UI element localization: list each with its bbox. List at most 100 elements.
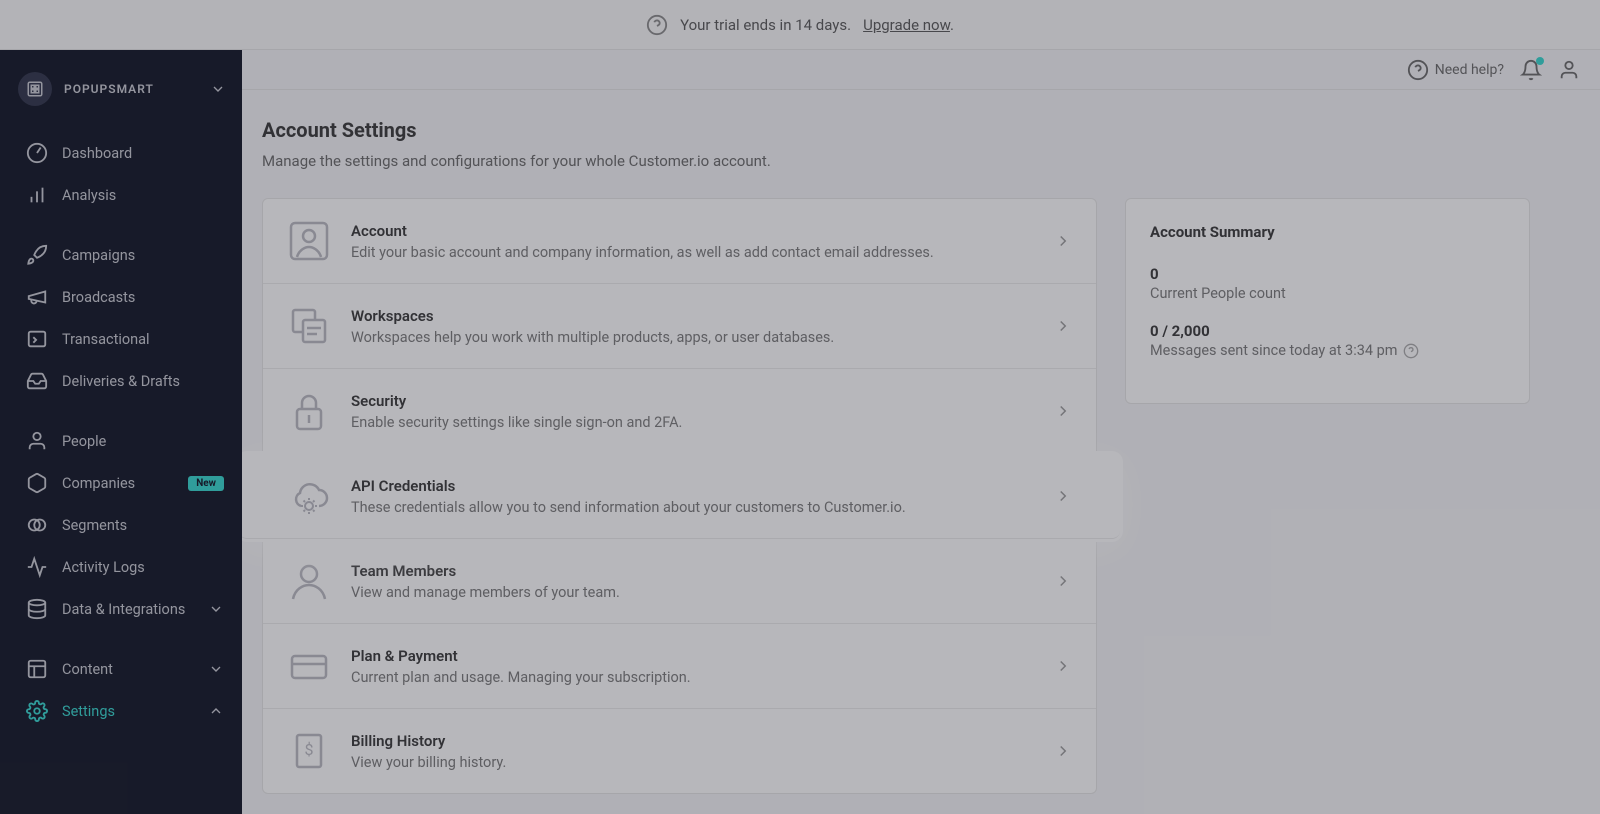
notification-dot (1536, 57, 1544, 65)
sidebar-item-content[interactable]: Content (0, 648, 242, 690)
row-description: Workspaces help you work with multiple p… (351, 329, 1034, 346)
workspaces-icon (287, 304, 331, 348)
row-title: Billing History (351, 732, 1034, 750)
help-circle-icon (646, 14, 668, 36)
user-outline-icon (287, 559, 331, 603)
chevron-right-icon (1054, 402, 1072, 420)
row-description: Current plan and usage. Managing your su… (351, 669, 1034, 686)
sidebar-item-transactional[interactable]: Transactional (0, 318, 242, 360)
chevron-up-icon (208, 703, 224, 719)
rocket-icon (26, 244, 48, 266)
row-title: Team Members (351, 562, 1034, 580)
settings-row-billing-history[interactable]: $ Billing History View your billing histor… (263, 709, 1096, 793)
activity-icon (26, 556, 48, 578)
messages-label: Messages sent since today at 3:34 pm (1150, 342, 1505, 359)
chart-icon (26, 184, 48, 206)
sidebar-item-activity-logs[interactable]: Activity Logs (0, 546, 242, 588)
receipt-icon: $ (287, 729, 331, 773)
lock-icon (287, 389, 331, 433)
people-count-value: 0 (1150, 265, 1505, 283)
circles-icon (26, 514, 48, 536)
workspace-selector[interactable]: POPUPSMART (0, 62, 242, 124)
sidebar-item-label: Transactional (62, 331, 224, 348)
account-icon (287, 219, 331, 263)
sidebar-item-label: Dashboard (62, 145, 224, 162)
settings-row-team-members[interactable]: Team Members View and manage members of y… (263, 539, 1096, 624)
account-summary-card: Account Summary 0 Current People count 0… (1125, 198, 1530, 404)
user-menu-icon[interactable] (1558, 59, 1580, 81)
sidebar-item-campaigns[interactable]: Campaigns (0, 234, 242, 276)
row-description: View your billing history. (351, 754, 1034, 771)
settings-row-api-credentials[interactable]: API Credentials These credentials allow y… (242, 454, 1120, 539)
summary-title: Account Summary (1150, 223, 1505, 241)
sidebar-item-label: Deliveries & Drafts (62, 373, 224, 390)
sidebar-item-data-integrations[interactable]: Data & Integrations (0, 588, 242, 630)
sidebar-item-companies[interactable]: CompaniesNew (0, 462, 242, 504)
gear-icon (26, 700, 48, 722)
sidebar-item-segments[interactable]: Segments (0, 504, 242, 546)
gauge-icon (26, 142, 48, 164)
cube-icon (26, 472, 48, 494)
workspace-name: POPUPSMART (64, 82, 198, 96)
row-description: View and manage members of your team. (351, 584, 1034, 601)
sidebar: POPUPSMART Dashboard Analysis Campaigns Bro… (0, 50, 242, 814)
sidebar-item-broadcasts[interactable]: Broadcasts (0, 276, 242, 318)
chevron-right-icon (1054, 572, 1072, 590)
info-icon[interactable] (1403, 343, 1419, 359)
chevron-right-icon (1054, 232, 1072, 250)
sidebar-item-people[interactable]: People (0, 420, 242, 462)
sidebar-item-analysis[interactable]: Analysis (0, 174, 242, 216)
sidebar-item-label: Analysis (62, 187, 224, 204)
chevron-down-icon (208, 601, 224, 617)
messages-value: 0 / 2,000 (1150, 322, 1505, 340)
terminal-icon (26, 328, 48, 350)
settings-row-plan-payment[interactable]: Plan & Payment Current plan and usage. Ma… (263, 624, 1096, 709)
row-title: Account (351, 222, 1034, 240)
user-icon (26, 430, 48, 452)
sidebar-item-settings[interactable]: Settings (0, 690, 242, 732)
row-title: API Credentials (351, 477, 1034, 495)
sidebar-item-label: Settings (62, 703, 194, 720)
upgrade-link[interactable]: Upgrade now (863, 16, 950, 34)
sidebar-item-label: Data & Integrations (62, 601, 194, 618)
page-title: Account Settings (262, 118, 1580, 142)
megaphone-icon (26, 286, 48, 308)
settings-list: Account Edit your basic account and compa… (262, 198, 1097, 794)
sidebar-item-deliveries-drafts[interactable]: Deliveries & Drafts (0, 360, 242, 402)
row-title: Plan & Payment (351, 647, 1034, 665)
sidebar-item-label: Content (62, 661, 194, 678)
notifications-icon[interactable] (1520, 59, 1542, 81)
layout-icon (26, 658, 48, 680)
row-title: Security (351, 392, 1034, 410)
svg-text:$: $ (305, 740, 314, 759)
help-circle-icon (1407, 59, 1429, 81)
workspace-avatar-icon (18, 72, 52, 106)
settings-row-security[interactable]: Security Enable security settings like si… (263, 369, 1096, 454)
sidebar-item-label: Campaigns (62, 247, 224, 264)
database-icon (26, 598, 48, 620)
card-icon (287, 644, 331, 688)
sidebar-item-label: Activity Logs (62, 559, 224, 576)
settings-row-account[interactable]: Account Edit your basic account and compa… (263, 199, 1096, 284)
need-help-link[interactable]: Need help? (1407, 59, 1504, 81)
chevron-right-icon (1054, 317, 1072, 335)
new-badge: New (188, 476, 224, 491)
sidebar-item-dashboard[interactable]: Dashboard (0, 132, 242, 174)
chevron-down-icon (208, 661, 224, 677)
top-bar: Need help? (242, 50, 1600, 90)
trial-text: Your trial ends in 14 days. (680, 16, 851, 34)
row-description: These credentials allow you to send info… (351, 499, 1034, 516)
row-description: Enable security settings like single sig… (351, 414, 1034, 431)
sidebar-item-label: Segments (62, 517, 224, 534)
chevron-right-icon (1054, 657, 1072, 675)
settings-row-workspaces[interactable]: Workspaces Workspaces help you work with … (263, 284, 1096, 369)
chevron-down-icon (210, 81, 226, 97)
people-count-label: Current People count (1150, 285, 1505, 302)
row-description: Edit your basic account and company info… (351, 244, 1034, 261)
chevron-right-icon (1054, 742, 1072, 760)
row-title: Workspaces (351, 307, 1034, 325)
inbox-icon (26, 370, 48, 392)
chevron-right-icon (1054, 487, 1072, 505)
sidebar-item-label: Broadcasts (62, 289, 224, 306)
page-subtitle: Manage the settings and configurations f… (262, 152, 1580, 170)
